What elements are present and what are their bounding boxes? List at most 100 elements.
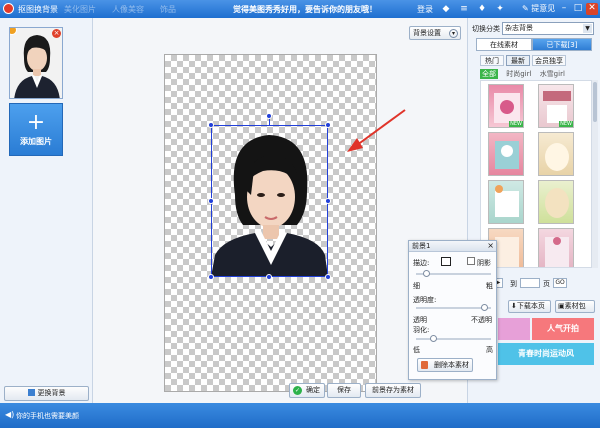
material-pack-button[interactable]: ▣素材包 — [555, 300, 595, 313]
material-thumb[interactable]: NEW — [488, 84, 524, 128]
feather-slider[interactable] — [416, 335, 491, 342]
category-select[interactable]: 杂志背景 ▼ — [502, 22, 594, 35]
page-number-input[interactable] — [520, 278, 540, 288]
edit-icon: ✎ — [522, 4, 529, 13]
subtab-vip[interactable]: 会员独享 — [532, 55, 566, 66]
material-thumb[interactable] — [488, 132, 524, 176]
download-page-label: 下载本页 — [516, 302, 545, 310]
opacity-label: 透明度: — [413, 296, 437, 304]
add-image-button[interactable]: + 添加图片 — [9, 103, 63, 156]
tab-online-materials[interactable]: 在线素材 — [476, 38, 532, 51]
check-icon: ✓ — [293, 386, 302, 395]
magazine-thumb-image — [495, 185, 519, 217]
left-panel: × + 添加图片 更换背景 — [0, 18, 93, 403]
skin-icon[interactable]: ◆ — [440, 3, 452, 15]
image-thumbnail[interactable]: × — [9, 27, 63, 99]
delete-material-button[interactable]: 删除本素材 — [417, 358, 473, 372]
foreground-settings-panel: 前景1 × 描边: 阴影 细 粗 透明度: 透明 不透明 羽化: 低 高 删除本… — [408, 240, 497, 380]
package-icon: ▣ — [558, 302, 565, 310]
change-background-label: 更换背景 — [37, 389, 66, 397]
magazine-thumb-image — [545, 143, 569, 171]
title-bar: 抠图换背景 美化图片 人像美容 饰品 觉得美图秀秀好用，要告诉你的朋友哦！ 登录… — [0, 0, 600, 18]
grid-scrollbar[interactable] — [592, 80, 598, 268]
magazine-thumb-image — [545, 237, 569, 267]
notification-icon[interactable]: ♦ — [476, 3, 488, 15]
low-label: 低 — [413, 346, 420, 354]
settings-icon[interactable]: ≡ — [458, 3, 470, 15]
ghost-tab-beautify[interactable]: 美化图片 — [64, 4, 96, 15]
slogan-text: 觉得美图秀秀好用，要告诉你的朋友哦！ — [233, 5, 377, 14]
portrait-thumbnail-image — [10, 28, 62, 98]
foreground-panel-header: 前景1 × — [409, 241, 496, 252]
background-icon — [27, 389, 35, 396]
pager-to-label: 到 — [510, 280, 517, 288]
change-background-button[interactable]: 更换背景 — [4, 386, 89, 401]
feather-label: 羽化: — [413, 326, 430, 334]
shadow-checkbox[interactable] — [467, 257, 475, 265]
stroke-label: 描边: — [413, 259, 430, 267]
category-label: 切换分类 — [472, 25, 500, 33]
filter-all[interactable]: 全部 — [480, 69, 498, 79]
pager-page-label: 页 — [543, 280, 550, 288]
feedback-link[interactable]: ✎ 提意见 — [522, 3, 555, 14]
thin-label: 细 — [413, 282, 420, 290]
stroke-slider[interactable] — [416, 270, 491, 277]
ghost-tab-portrait[interactable]: 人像美容 — [112, 4, 144, 15]
tab-downloaded[interactable]: 已下载[3] — [532, 38, 592, 51]
transparent-label: 透明 — [413, 316, 427, 324]
status-text[interactable]: 你的手机也需要美颜 — [16, 411, 79, 421]
ad-banner-cut[interactable] — [498, 318, 530, 340]
foreground-panel-title: 前景1 — [412, 242, 431, 250]
stroke-color-swatch[interactable] — [441, 257, 451, 266]
material-thumb[interactable] — [538, 132, 574, 176]
slider-knob[interactable] — [423, 270, 430, 277]
add-image-label: 添加图片 — [20, 137, 52, 146]
ghost-tab-accessory[interactable]: 饰品 — [160, 4, 176, 15]
ad-banner-popular[interactable]: 人气开拍 — [532, 318, 594, 340]
share-icon[interactable]: ✦ — [494, 3, 506, 15]
maximize-button[interactable]: □ — [572, 3, 584, 15]
filter-snow-girl[interactable]: 水雪girl — [540, 69, 565, 79]
thick-label: 粗 — [486, 282, 493, 290]
material-pack-label: 素材包 — [564, 302, 586, 310]
material-thumb[interactable] — [538, 228, 574, 267]
trash-icon — [421, 361, 428, 369]
go-page-button[interactable]: GO — [553, 278, 567, 288]
speaker-icon: ◀) — [5, 410, 15, 419]
download-page-button[interactable]: ⬇下载本页 — [508, 300, 551, 313]
confirm-button[interactable]: ✓ 确定 — [289, 383, 325, 398]
material-thumb[interactable] — [488, 180, 524, 224]
close-button[interactable]: ✕ — [586, 3, 598, 15]
subtab-hot[interactable]: 热门 — [480, 55, 504, 66]
opaque-label: 不透明 — [471, 316, 492, 324]
close-panel-icon[interactable]: × — [487, 241, 494, 251]
confirm-label: 确定 — [306, 386, 320, 394]
filter-row: 全部 时尚girl 水雪girl — [480, 69, 565, 79]
app-title: 抠图换背景 — [18, 5, 58, 14]
save-foreground-as-material-button[interactable]: 前景存为素材 — [365, 383, 421, 398]
delete-thumbnail-icon[interactable]: × — [52, 29, 61, 38]
category-value: 杂志背景 — [505, 24, 533, 32]
feedback-label: 提意见 — [531, 4, 556, 13]
filter-fashion-girl[interactable]: 时尚girl — [506, 69, 531, 79]
shadow-label: 阴影 — [477, 259, 491, 267]
minimize-button[interactable]: – — [558, 3, 570, 15]
login-link[interactable]: 登录 — [417, 4, 433, 15]
high-label: 高 — [486, 346, 493, 354]
app-logo-icon — [3, 3, 14, 14]
opacity-slider[interactable] — [416, 304, 491, 311]
magazine-thumb-image — [495, 141, 519, 169]
new-badge: NEW — [559, 121, 573, 127]
magazine-thumb-image — [545, 188, 569, 218]
slider-knob[interactable] — [481, 304, 488, 311]
chevron-down-icon: ▼ — [583, 24, 592, 33]
save-button[interactable]: 保存 — [327, 383, 361, 398]
new-badge: NEW — [509, 121, 523, 127]
ad-banner-sport-style[interactable]: 青春时尚运动风 — [498, 343, 594, 365]
scrollbar-thumb[interactable] — [593, 82, 597, 122]
material-thumb[interactable]: NEW — [538, 84, 574, 128]
subtab-latest[interactable]: 最新 — [506, 55, 530, 66]
slider-knob[interactable] — [430, 335, 437, 342]
material-thumb[interactable] — [538, 180, 574, 224]
status-bar: ◀) 你的手机也需要美颜 — [0, 403, 600, 428]
